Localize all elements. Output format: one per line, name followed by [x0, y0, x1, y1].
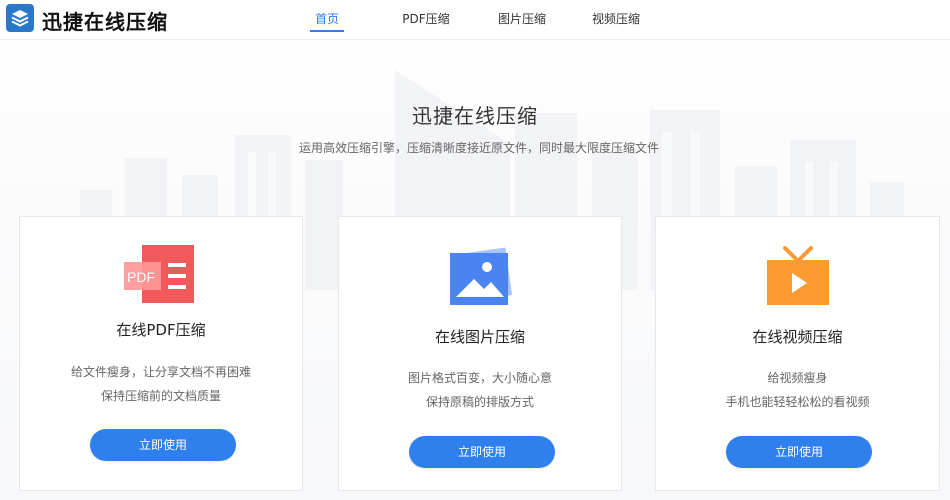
pdf-card-title: 在线PDF压缩: [116, 321, 206, 339]
brand-name[interactable]: 迅捷在线压缩: [42, 6, 168, 35]
image-compression-card[interactable]: 在线图片压缩 图片格式百变，大小随心意 保持原稿的排版方式 立即使用: [338, 216, 622, 491]
nav-pdf-compression[interactable]: PDF压缩: [402, 0, 450, 32]
image-use-now-button[interactable]: 立即使用: [409, 436, 555, 468]
pdf-icon-text: PDF: [127, 269, 155, 285]
video-tv-icon: [766, 246, 829, 305]
video-card-description-line-2: 手机也能轻轻松松的看视频: [725, 395, 870, 409]
brand-logo[interactable]: [6, 4, 34, 32]
image-icon: [450, 247, 513, 305]
nav-video-compression[interactable]: 视频压缩: [592, 0, 640, 32]
pdf-use-now-button[interactable]: 立即使用: [90, 429, 236, 461]
video-use-now-button[interactable]: 立即使用: [726, 436, 872, 468]
page: 迅捷在线压缩 首页 PDF压缩 图片压缩 视频压缩 迅捷在线压缩 运用高效压缩引…: [0, 0, 950, 500]
video-card-description: 给视频瘦身 手机也能轻轻松松的看视频: [656, 366, 939, 414]
pdf-file-icon: PDF: [124, 245, 194, 303]
video-card-title: 在线视频压缩: [752, 328, 843, 346]
video-compression-card[interactable]: 在线视频压缩 给视频瘦身 手机也能轻轻松松的看视频 立即使用: [655, 216, 940, 491]
stack-logo-icon: [11, 10, 29, 27]
nav-image-compression[interactable]: 图片压缩: [498, 0, 546, 32]
top-header: 迅捷在线压缩 首页 PDF压缩 图片压缩 视频压缩: [0, 0, 950, 40]
hero-subtitle: 运用高效压缩引擎，压缩清晰度接近原文件，同时最大限度压缩文件: [298, 141, 659, 155]
pdf-card-description: 给文件瘦身，让分享文档不再困难 保持压缩前的文档质量: [20, 360, 302, 408]
pdf-card-description-line-1: 给文件瘦身，让分享文档不再困难: [70, 365, 251, 379]
nav-home[interactable]: 首页: [310, 0, 344, 32]
image-card-description-line-2: 保持原稿的排版方式: [425, 395, 534, 409]
image-card-description-line-1: 图片格式百变，大小随心意: [407, 371, 552, 385]
main-navigation: 首页 PDF压缩 图片压缩 视频压缩: [310, 0, 640, 40]
video-card-description-line-1: 给视频瘦身: [767, 371, 828, 385]
pdf-card-description-line-2: 保持压缩前的文档质量: [100, 389, 221, 403]
pdf-compression-card[interactable]: PDF 在线PDF压缩 给文件瘦身，让分享文档不再困难 保持压缩前的文档质量 立…: [19, 216, 303, 491]
image-card-description: 图片格式百变，大小随心意 保持原稿的排版方式: [339, 366, 621, 414]
image-card-title: 在线图片压缩: [434, 328, 525, 346]
hero-title: 迅捷在线压缩: [412, 104, 538, 128]
